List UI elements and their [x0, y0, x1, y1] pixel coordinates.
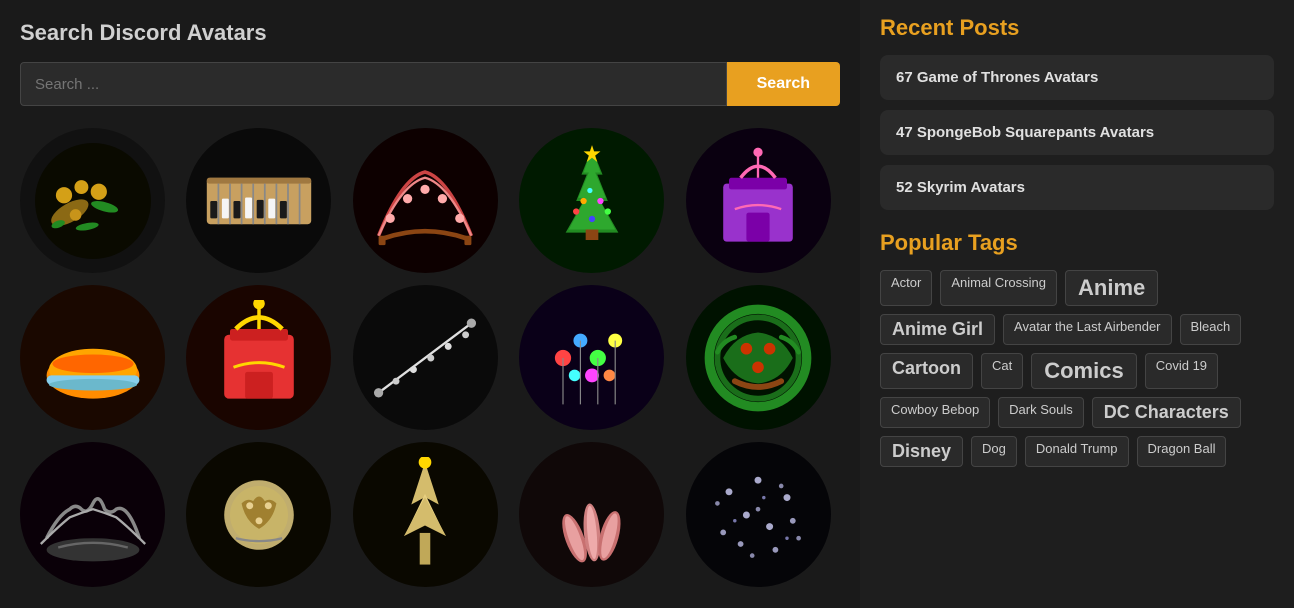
- avatar-item[interactable]: [186, 285, 331, 430]
- search-bar: Search: [20, 62, 840, 106]
- tag-cowboy-bebop[interactable]: Cowboy Bebop: [880, 397, 990, 428]
- avatar-item[interactable]: [186, 128, 331, 273]
- tag-dragon-ball[interactable]: Dragon Ball: [1137, 436, 1227, 467]
- tag-disney[interactable]: Disney: [880, 436, 963, 467]
- page-layout: Search Discord Avatars Search: [0, 0, 1294, 608]
- tag-dog[interactable]: Dog: [971, 436, 1017, 467]
- avatar-item[interactable]: [20, 285, 165, 430]
- recent-posts-title: Recent Posts: [880, 15, 1274, 41]
- avatar-item[interactable]: [20, 442, 165, 587]
- recent-post-item-1[interactable]: 67 Game of Thrones Avatars: [880, 55, 1274, 100]
- tag-covid-19[interactable]: Covid 19: [1145, 353, 1218, 389]
- tag-bleach[interactable]: Bleach: [1180, 314, 1242, 345]
- avatar-item[interactable]: [519, 128, 664, 273]
- recent-post-item-2[interactable]: 47 SpongeBob Squarepants Avatars: [880, 110, 1274, 155]
- search-button[interactable]: Search: [727, 62, 840, 106]
- avatar-item[interactable]: [519, 442, 664, 587]
- avatar-item[interactable]: [519, 285, 664, 430]
- tag-cat[interactable]: Cat: [981, 353, 1023, 389]
- tag-avatar-the-last-airbender[interactable]: Avatar the Last Airbender: [1003, 314, 1171, 345]
- tag-actor[interactable]: Actor: [880, 270, 932, 306]
- tag-comics[interactable]: Comics: [1031, 353, 1136, 389]
- avatar-item[interactable]: [686, 285, 831, 430]
- avatar-item[interactable]: [686, 442, 831, 587]
- search-input[interactable]: [20, 62, 727, 106]
- avatar-item[interactable]: [186, 442, 331, 587]
- avatar-item[interactable]: [353, 128, 498, 273]
- avatar-grid: [20, 128, 840, 587]
- popular-tags-title: Popular Tags: [880, 230, 1274, 256]
- main-content: Search Discord Avatars Search: [0, 0, 860, 608]
- recent-post-item-3[interactable]: 52 Skyrim Avatars: [880, 165, 1274, 210]
- tags-container: ActorAnimal CrossingAnime Anime Girl Avata…: [880, 270, 1274, 467]
- tag-cartoon[interactable]: Cartoon: [880, 353, 973, 389]
- tag-dark-souls[interactable]: Dark Souls: [998, 397, 1084, 428]
- tag-dc-characters[interactable]: DC Characters: [1092, 397, 1241, 428]
- tag-donald-trump[interactable]: Donald Trump: [1025, 436, 1129, 467]
- sidebar: Recent Posts 67 Game of Thrones Avatars …: [860, 0, 1294, 608]
- tag-anime[interactable]: Anime: [1065, 270, 1158, 306]
- tag-animal-crossing[interactable]: Animal Crossing: [940, 270, 1057, 306]
- avatar-item[interactable]: [20, 128, 165, 273]
- avatar-item[interactable]: [353, 442, 498, 587]
- tag-anime-girl[interactable]: Anime Girl: [880, 314, 995, 345]
- avatar-item[interactable]: [353, 285, 498, 430]
- avatar-item[interactable]: [686, 128, 831, 273]
- page-title: Search Discord Avatars: [20, 20, 840, 46]
